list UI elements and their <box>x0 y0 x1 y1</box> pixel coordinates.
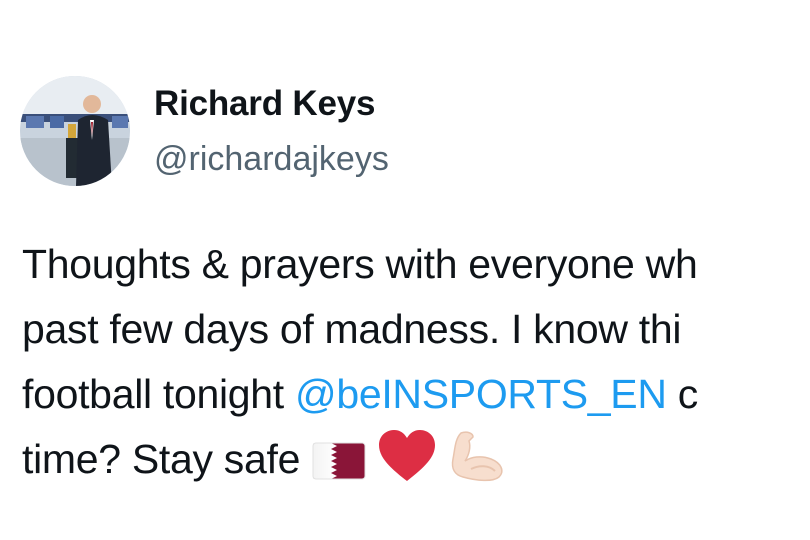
flexed-biceps-icon <box>447 429 507 502</box>
author-handle[interactable]: @richardajkeys <box>154 140 389 179</box>
mention-link[interactable]: @beINSPORTS_EN <box>295 371 667 417</box>
tweet-text: Thoughts & prayers with everyone wh past… <box>22 232 810 492</box>
qatar-flag-icon <box>311 437 367 502</box>
avatar[interactable] <box>20 76 130 186</box>
author-display-name[interactable]: Richard Keys <box>154 84 376 124</box>
tweet-line-2: past few days of madness. I know thi <box>22 306 682 352</box>
tweet-line-3-tail: c <box>666 371 699 417</box>
tweet-line-1: Thoughts & prayers with everyone wh <box>22 241 698 287</box>
tweet-line-3: football tonight @beINSPORTS_EN c <box>22 362 810 427</box>
tweet-line-4: time? Stay safe <box>22 427 810 492</box>
red-heart-icon <box>377 429 437 502</box>
tweet-line-3-text: football tonight <box>22 371 295 417</box>
tweet-line-4-text: time? Stay safe <box>22 436 312 482</box>
